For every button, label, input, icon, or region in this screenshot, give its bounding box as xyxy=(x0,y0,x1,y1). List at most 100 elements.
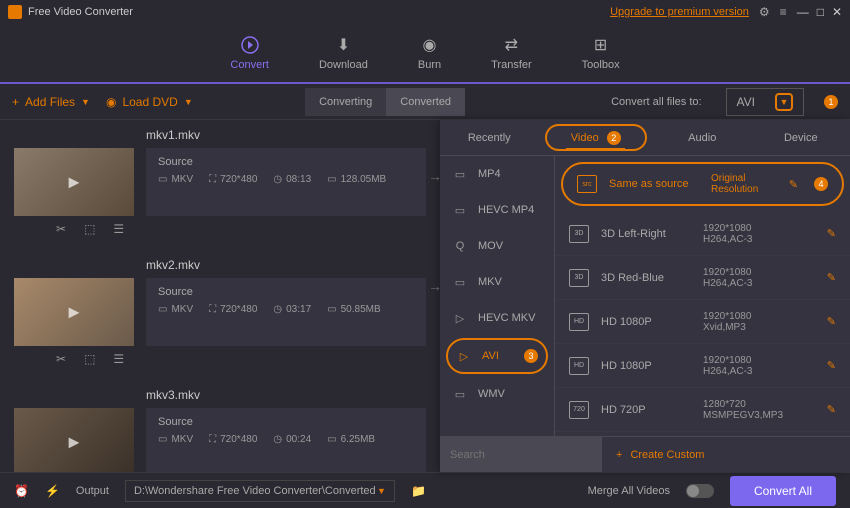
file-name: mkv3.mkv xyxy=(146,388,426,402)
crop-icon[interactable]: ⬚ xyxy=(84,222,95,236)
converted-tab[interactable]: Converted xyxy=(386,88,465,116)
download-icon: ⬇ xyxy=(333,35,353,55)
close-button[interactable]: ✕ xyxy=(832,5,842,19)
resolution-icon: ⛶ xyxy=(209,434,216,445)
video-icon: Q xyxy=(452,238,468,254)
edit-icon[interactable]: ✎ xyxy=(827,227,836,240)
chevron-down-icon: ▼ xyxy=(81,97,90,107)
resolution-icon: ⛶ xyxy=(209,174,216,185)
settings-icon[interactable]: ☰ xyxy=(113,222,124,236)
profile-list: src Same as source Original Resolution ✎… xyxy=(555,156,850,436)
clock-icon: ◷ xyxy=(273,174,282,185)
output-path-field[interactable]: D:\Wondershare Free Video Converter\Conv… xyxy=(125,480,395,502)
play-icon: ▶ xyxy=(69,304,80,321)
badge-3: 3 xyxy=(524,349,538,363)
dropdown-arrow-icon: ▼ xyxy=(775,93,793,111)
edit-icon[interactable]: ✎ xyxy=(827,271,836,284)
tab-download[interactable]: ⬇ Download xyxy=(319,35,368,71)
minimize-button[interactable]: — xyxy=(797,5,809,19)
format-dropdown[interactable]: AVI ▼ xyxy=(726,88,804,116)
edit-icon[interactable]: ✎ xyxy=(827,403,836,416)
disc-icon: ◉ xyxy=(106,95,116,109)
convert-all-label: Convert all files to: xyxy=(611,96,701,108)
merge-toggle[interactable] xyxy=(686,484,714,498)
format-panel: Recently Video 2 Audio Device ▭MP4 ▭HEVC… xyxy=(440,120,850,472)
gpu-icon[interactable]: ⚡ xyxy=(45,484,60,498)
profile-icon: src xyxy=(577,175,597,193)
video-icon: ▭ xyxy=(452,386,468,402)
file-name: mkv2.mkv xyxy=(146,258,426,272)
alarm-icon[interactable]: ⏰ xyxy=(14,484,29,498)
load-dvd-button[interactable]: ◉ Load DVD ▼ xyxy=(106,95,193,109)
maximize-button[interactable]: □ xyxy=(817,5,824,19)
file-item: mkv1.mkv ▶ Source ▭MKV ⛶720*480 ◷08:13 ▭… xyxy=(14,128,426,242)
thumbnail[interactable]: ▶ xyxy=(14,408,134,472)
tab-burn[interactable]: ◉ Burn xyxy=(418,35,441,71)
format-left-list: ▭MP4 ▭HEVC MP4 QMOV ▭MKV ▷HEVC MKV ▷AVI3… xyxy=(440,156,555,436)
format-avi[interactable]: ▷AVI3 xyxy=(446,338,548,374)
app-title: Free Video Converter xyxy=(28,6,133,18)
convert-all-button[interactable]: Convert All xyxy=(730,476,836,506)
cut-icon[interactable]: ✂ xyxy=(56,352,66,366)
cut-icon[interactable]: ✂ xyxy=(56,222,66,236)
main-tabs: Convert ⬇ Download ◉ Burn ⇄ Transfer ⊞ T… xyxy=(0,24,850,84)
edit-icon[interactable]: ✎ xyxy=(827,359,836,372)
format-tab-recently[interactable]: Recently xyxy=(440,120,539,155)
upgrade-link[interactable]: Upgrade to premium version xyxy=(610,6,749,18)
format-tab-device[interactable]: Device xyxy=(752,120,850,155)
profile-icon: HD xyxy=(569,313,589,331)
profile-hd720p[interactable]: 720 HD 720P 1280*720MSMPEGV3,MP3 ✎ xyxy=(555,388,850,432)
file-name: mkv1.mkv xyxy=(146,128,426,142)
search-input[interactable] xyxy=(440,437,602,472)
codec-icon: ▭ xyxy=(158,304,167,315)
format-hevc-mkv[interactable]: ▷HEVC MKV xyxy=(440,300,554,336)
settings-icon[interactable]: ☰ xyxy=(113,352,124,366)
video-icon: ▭ xyxy=(452,202,468,218)
clock-icon: ◷ xyxy=(273,434,282,445)
profile-same-as-source[interactable]: src Same as source Original Resolution ✎… xyxy=(561,162,844,206)
format-tab-audio[interactable]: Audio xyxy=(653,120,752,155)
settings-icon[interactable]: ⚙ xyxy=(759,5,770,19)
folder-icon: ▭ xyxy=(327,304,336,315)
video-icon: ▭ xyxy=(452,166,468,182)
profile-3d-rb[interactable]: 3D 3D Red-Blue 1920*1080H264,AC-3 ✎ xyxy=(555,256,850,300)
open-folder-icon[interactable]: 📁 xyxy=(411,484,426,498)
video-icon: ▭ xyxy=(452,274,468,290)
file-item: mkv3.mkv ▶ Source ▭MKV ⛶720*480 ◷00:24 ▭… xyxy=(14,388,426,472)
format-mkv[interactable]: ▭MKV xyxy=(440,264,554,300)
format-hevc-mp4[interactable]: ▭HEVC MP4 xyxy=(440,192,554,228)
plus-icon: + xyxy=(12,95,19,109)
badge-4: 4 xyxy=(814,177,828,191)
create-custom-button[interactable]: + Create Custom xyxy=(602,437,850,472)
converting-tab[interactable]: Converting xyxy=(305,88,386,116)
thumbnail[interactable]: ▶ xyxy=(14,278,134,346)
play-icon: ▶ xyxy=(69,174,80,191)
output-label: Output xyxy=(76,485,109,497)
tab-transfer[interactable]: ⇄ Transfer xyxy=(491,35,532,71)
tab-convert[interactable]: Convert xyxy=(230,35,269,71)
profile-hd1080p-a[interactable]: HD HD 1080P 1920*1080Xvid,MP3 ✎ xyxy=(555,300,850,344)
edit-icon[interactable]: ✎ xyxy=(789,178,798,191)
profile-icon: 720 xyxy=(569,401,589,419)
source-label: Source xyxy=(158,286,414,298)
edit-icon[interactable]: ✎ xyxy=(827,315,836,328)
menu-icon[interactable]: ≡ xyxy=(780,5,787,19)
format-wmv[interactable]: ▭WMV xyxy=(440,376,554,412)
add-files-button[interactable]: + Add Files ▼ xyxy=(12,95,90,109)
source-label: Source xyxy=(158,156,414,168)
profile-3d-lr[interactable]: 3D 3D Left-Right 1920*1080H264,AC-3 ✎ xyxy=(555,212,850,256)
profile-hd1080p-b[interactable]: HD HD 1080P 1920*1080H264,AC-3 ✎ xyxy=(555,344,850,388)
badge-2: 2 xyxy=(607,131,621,145)
app-icon xyxy=(8,5,22,19)
file-item: mkv2.mkv ▶ Source ▭MKV ⛶720*480 ◷03:17 ▭… xyxy=(14,258,426,372)
thumbnail[interactable]: ▶ xyxy=(14,148,134,216)
burn-icon: ◉ xyxy=(419,35,439,55)
file-list: mkv1.mkv ▶ Source ▭MKV ⛶720*480 ◷08:13 ▭… xyxy=(0,120,440,472)
format-tab-video[interactable]: Video 2 xyxy=(545,124,648,151)
crop-icon[interactable]: ⬚ xyxy=(84,352,95,366)
tab-toolbox[interactable]: ⊞ Toolbox xyxy=(582,35,620,71)
format-mp4[interactable]: ▭MP4 xyxy=(440,156,554,192)
codec-icon: ▭ xyxy=(158,174,167,185)
video-icon: ▷ xyxy=(452,310,468,326)
format-mov[interactable]: QMOV xyxy=(440,228,554,264)
